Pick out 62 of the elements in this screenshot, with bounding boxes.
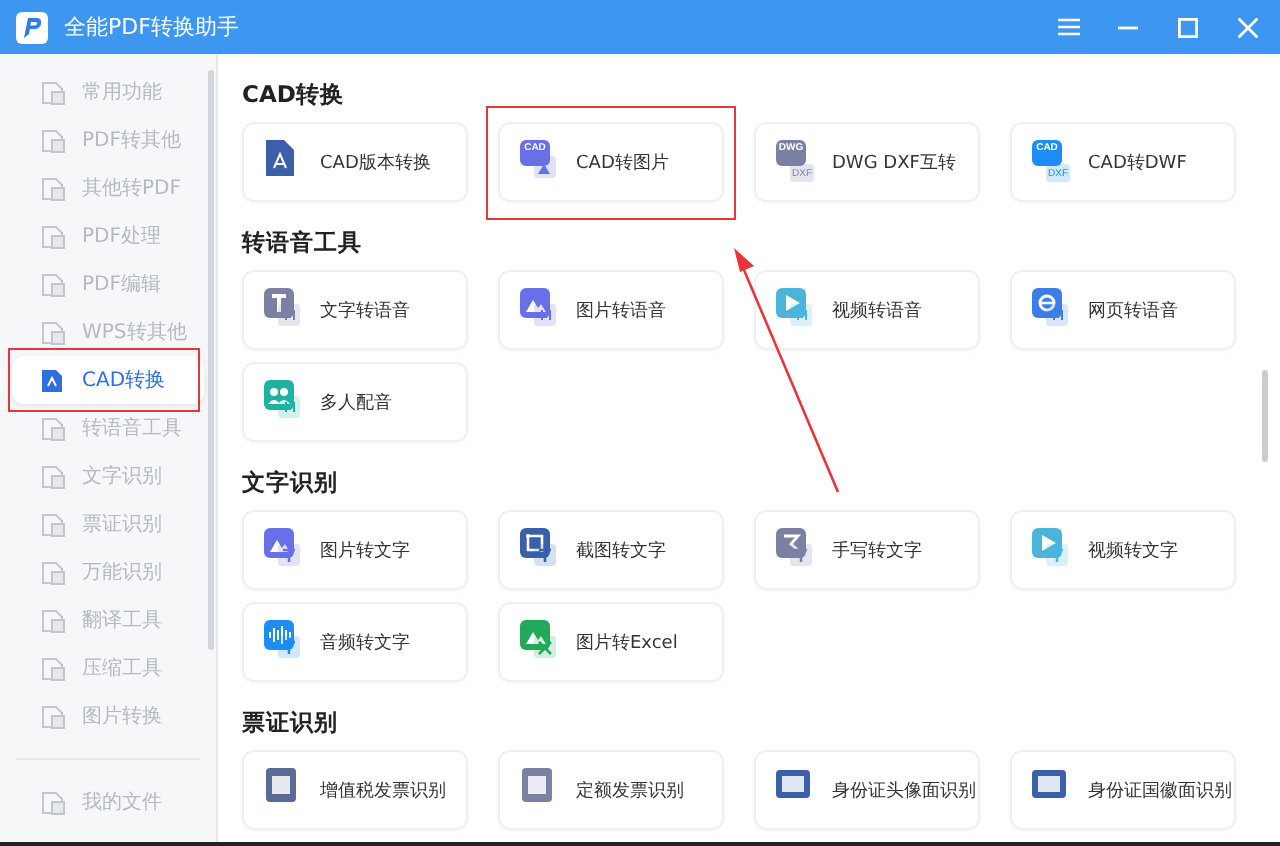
tool-label: 身份证头像面识别 <box>832 779 976 803</box>
document-icon <box>40 511 66 537</box>
tool-card[interactable]: 文字转语音 <box>242 270 468 350</box>
tool-card[interactable]: 图片转文字 <box>242 510 468 590</box>
document-icon <box>40 463 66 489</box>
tool-label: 视频转语音 <box>832 299 922 323</box>
menu-icon <box>1057 18 1079 36</box>
tool-card[interactable]: 图片转语音 <box>498 270 724 350</box>
tool-label: 截图转文字 <box>576 539 666 563</box>
tool-card[interactable]: 网页转语音 <box>1010 270 1236 350</box>
tool-label: 视频转文字 <box>1088 539 1178 563</box>
tool-label: 图片转Excel <box>576 631 678 655</box>
document-icon <box>40 223 66 249</box>
document-icon <box>40 127 66 153</box>
tool-card[interactable]: 音频转文字 <box>242 602 468 682</box>
document-icon <box>40 175 66 201</box>
section-heading: CAD转换 <box>242 78 346 110</box>
tool-card[interactable]: 增值税发票识别 <box>242 750 468 830</box>
document-icon <box>40 655 66 681</box>
tool-card[interactable]: 截图转文字 <box>498 510 724 590</box>
document-icon <box>40 703 66 729</box>
tool-label: 多人配音 <box>320 391 392 415</box>
document-icon <box>40 79 66 105</box>
tool-card[interactable]: 图片转Excel <box>498 602 724 682</box>
tool-label: 网页转语音 <box>1088 299 1178 323</box>
tool-label: 文字转语音 <box>320 299 410 323</box>
document-icon <box>40 559 66 585</box>
tool-label: CAD版本转换 <box>320 151 431 175</box>
tool-label: CAD转DWF <box>1088 151 1187 175</box>
document-icon <box>40 367 66 393</box>
tool-label: CAD转图片 <box>576 151 669 175</box>
sidebar-item[interactable]: CAD转换 <box>12 356 204 404</box>
app-logo-icon <box>16 11 48 43</box>
close-icon <box>1238 17 1258 37</box>
tool-card[interactable]: 视频转文字 <box>1010 510 1236 590</box>
tool-card[interactable]: 多人配音 <box>242 362 468 442</box>
tool-card[interactable]: 身份证头像面识别 <box>754 750 980 830</box>
tool-card[interactable]: 手写转文字 <box>754 510 980 590</box>
tool-card[interactable]: CAD版本转换 <box>242 122 468 202</box>
tool-label: 图片转语音 <box>576 299 666 323</box>
tool-label: 增值税发票识别 <box>320 779 446 803</box>
document-icon <box>40 271 66 297</box>
scrollbar[interactable] <box>1262 370 1268 462</box>
minimize-icon <box>1118 25 1138 29</box>
tool-card[interactable]: 身份证国徽面识别 <box>1010 750 1236 830</box>
section-heading: 转语音工具 <box>242 226 364 258</box>
tool-card[interactable]: 定额发票识别 <box>498 750 724 830</box>
document-icon <box>40 319 66 345</box>
section-heading: 文字识别 <box>242 466 340 498</box>
document-icon <box>40 607 66 633</box>
tool-card[interactable]: 视频转语音 <box>754 270 980 350</box>
document-icon <box>40 789 66 815</box>
tool-label: 身份证国徽面识别 <box>1088 779 1232 803</box>
document-icon <box>40 415 66 441</box>
section-heading: 票证识别 <box>242 706 340 738</box>
tool-label: 音频转文字 <box>320 631 410 655</box>
tool-label: 手写转文字 <box>832 539 922 563</box>
maximize-icon <box>1178 17 1198 37</box>
tool-label: DWG DXF互转 <box>832 151 956 175</box>
tool-label: 图片转文字 <box>320 539 410 563</box>
window-title: 全能PDF转换助手 <box>64 12 241 42</box>
tool-label: 定额发票识别 <box>576 779 684 803</box>
